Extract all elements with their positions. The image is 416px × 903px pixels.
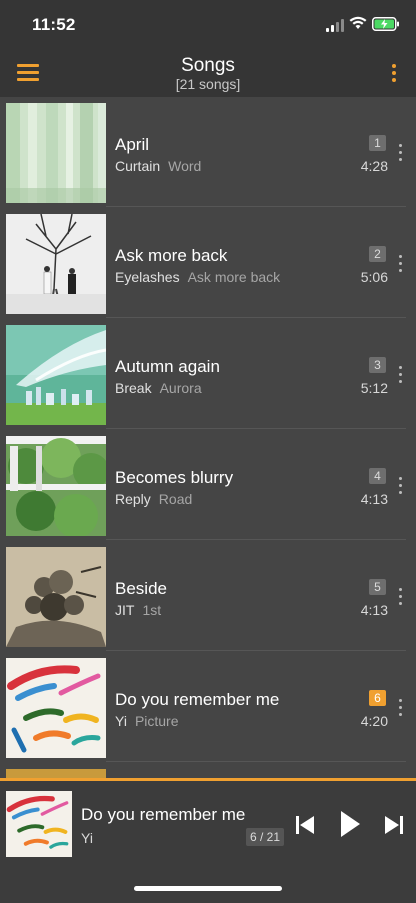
status-bar: 11:52 <box>0 0 416 48</box>
song-title: April <box>115 135 150 154</box>
album-art <box>6 547 106 647</box>
song-row-now-playing[interactable]: Do you remember me Yi Picture 6 4:20 <box>0 652 416 762</box>
song-title: Becomes blurry <box>115 468 234 487</box>
artist-name: Break <box>115 380 152 396</box>
divider <box>106 317 406 318</box>
now-playing-bar[interactable]: Do you remember me Yi 6 / 21 <box>0 778 416 903</box>
album-art <box>6 214 106 314</box>
album-name: Aurora <box>159 380 202 396</box>
home-indicator[interactable] <box>134 886 282 891</box>
song-artist: Eyelashes Ask more back <box>115 269 280 285</box>
album-art <box>6 103 106 203</box>
song-duration: 4:20 <box>360 713 388 729</box>
song-duration: 5:12 <box>360 380 388 396</box>
song-duration: 4:13 <box>360 491 388 507</box>
track-number-badge: 4 <box>369 468 386 484</box>
song-title: Autumn again <box>115 357 220 376</box>
wifi-icon <box>349 16 367 29</box>
track-number-badge-active: 6 <box>369 690 386 706</box>
top-bar: 11:52 Songs [21 songs] <box>0 0 416 97</box>
artist-name: Curtain <box>115 158 161 174</box>
divider <box>106 761 406 762</box>
divider <box>106 206 406 207</box>
battery-charging-icon <box>372 17 399 31</box>
more-vertical-icon[interactable] <box>396 588 406 606</box>
track-number-badge: 1 <box>369 135 386 151</box>
song-row[interactable]: Ask more back Eyelashes Ask more back 2 5… <box>0 208 416 318</box>
more-vertical-icon[interactable] <box>396 477 406 495</box>
artist-name: JIT <box>115 602 135 618</box>
album-name: Road <box>158 491 193 507</box>
track-number-badge: 2 <box>369 246 386 262</box>
album-name: Ask more back <box>187 269 281 285</box>
now-playing-album-art[interactable] <box>6 791 72 857</box>
song-artist: Yi Picture <box>115 713 179 729</box>
song-row[interactable]: Beside JIT 1st 5 4:13 <box>0 541 416 651</box>
album-name: 1st <box>142 602 162 618</box>
track-number-badge: 3 <box>369 357 386 373</box>
track-number-badge: 5 <box>369 579 386 595</box>
song-list[interactable]: April Curtain Word 1 4:28 Ask more back E… <box>0 97 416 780</box>
album-art <box>6 325 106 425</box>
song-duration: 4:28 <box>360 158 388 174</box>
song-row[interactable]: Becomes blurry Reply Road 4 4:13 <box>0 430 416 540</box>
artist-name: Yi <box>115 713 127 729</box>
page-title: Songs <box>181 55 235 76</box>
song-count: [21 songs] <box>175 76 241 92</box>
divider <box>106 539 406 540</box>
album-art <box>6 436 106 536</box>
song-artist: Break Aurora <box>115 380 202 396</box>
album-name: Word <box>168 158 202 174</box>
artist-name: Eyelashes <box>115 269 180 285</box>
more-vertical-icon[interactable] <box>396 366 406 384</box>
song-title: Ask more back <box>115 246 228 265</box>
album-art <box>6 658 106 758</box>
status-time: 11:52 <box>32 15 76 34</box>
song-artist: Reply Road <box>115 491 192 507</box>
divider <box>106 428 406 429</box>
next-icon[interactable] <box>383 814 405 836</box>
more-vertical-icon[interactable] <box>396 255 406 273</box>
song-row[interactable]: Autumn again Break Aurora 3 5:12 <box>0 319 416 429</box>
play-icon[interactable] <box>338 809 362 839</box>
song-artist: JIT 1st <box>115 602 161 618</box>
song-title: Beside <box>115 579 167 598</box>
divider <box>106 650 406 651</box>
cellular-signal-icon <box>326 18 346 32</box>
now-playing-title[interactable]: Do you remember me <box>81 805 245 825</box>
queue-position-badge: 6 / 21 <box>246 828 285 846</box>
song-row[interactable]: April Curtain Word 1 4:28 <box>0 97 416 207</box>
album-name: Picture <box>134 713 179 729</box>
more-vertical-icon[interactable] <box>388 62 400 84</box>
song-duration: 4:13 <box>360 602 388 618</box>
song-duration: 5:06 <box>360 269 388 285</box>
more-vertical-icon[interactable] <box>396 144 406 162</box>
more-vertical-icon[interactable] <box>396 699 406 717</box>
previous-icon[interactable] <box>294 814 316 836</box>
artist-name: Reply <box>115 491 151 507</box>
now-playing-artist: Yi <box>81 830 93 846</box>
song-artist: Curtain Word <box>115 158 201 174</box>
song-title: Do you remember me <box>115 690 280 709</box>
